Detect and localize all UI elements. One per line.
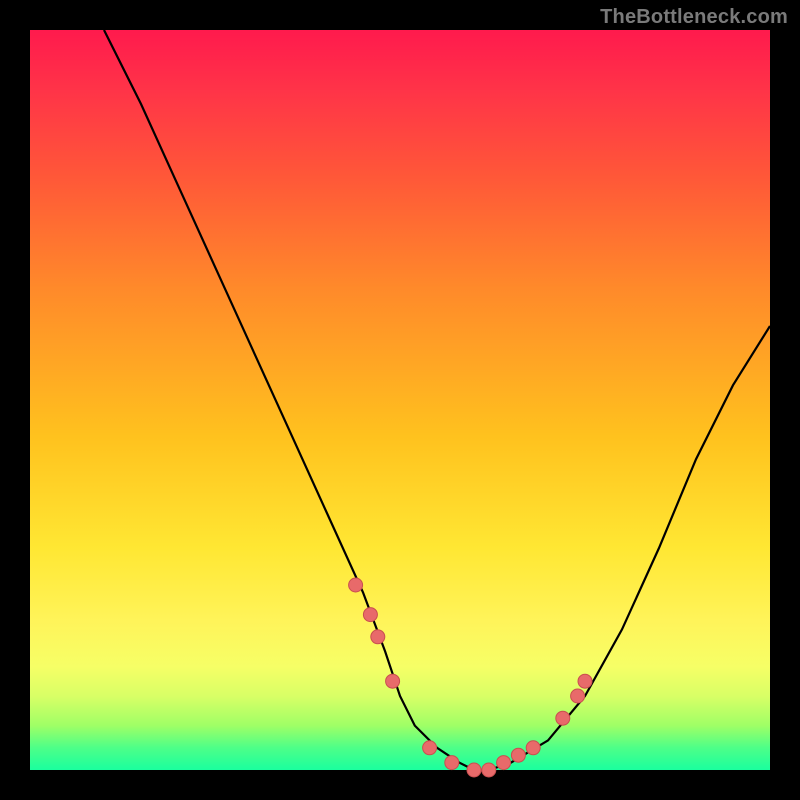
- curve-marker: [482, 763, 496, 777]
- curve-marker: [386, 674, 400, 688]
- bottleneck-curve: [104, 30, 770, 770]
- curve-layer: [30, 30, 770, 770]
- watermark-label: TheBottleneck.com: [600, 6, 788, 29]
- curve-marker: [526, 741, 540, 755]
- plot-area: [30, 30, 770, 770]
- marker-group: [349, 578, 592, 777]
- chart-frame: TheBottleneck.com: [0, 0, 800, 800]
- curve-marker: [467, 763, 481, 777]
- curve-marker: [497, 756, 511, 770]
- curve-marker: [349, 578, 363, 592]
- curve-marker: [371, 630, 385, 644]
- curve-marker: [571, 689, 585, 703]
- curve-marker: [363, 608, 377, 622]
- curve-marker: [511, 748, 525, 762]
- curve-marker: [556, 711, 570, 725]
- curve-marker: [445, 756, 459, 770]
- curve-marker: [423, 741, 437, 755]
- curve-marker: [578, 674, 592, 688]
